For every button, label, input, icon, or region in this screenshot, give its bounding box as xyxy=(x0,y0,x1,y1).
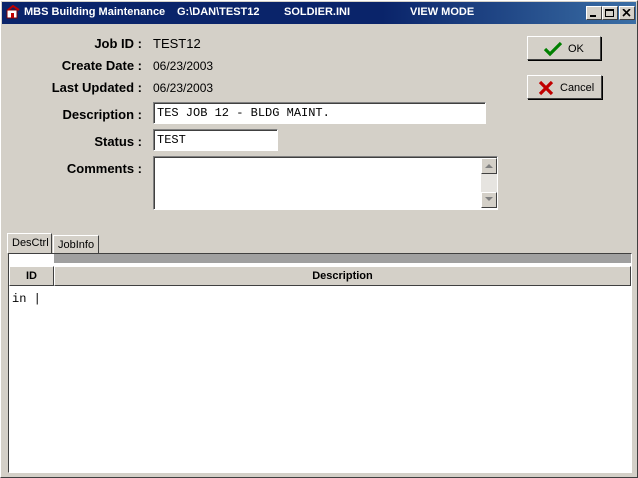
last-updated-label: Last Updated : xyxy=(51,80,142,95)
comments-label: Comments : xyxy=(66,161,142,176)
create-date-label: Create Date : xyxy=(61,58,142,73)
close-icon xyxy=(622,9,631,17)
app-icon xyxy=(6,5,20,19)
grid-row[interactable]: in | xyxy=(12,292,41,306)
status-label: Status : xyxy=(94,134,142,149)
window-title-path: G:\DAN\TEST12 xyxy=(177,6,260,18)
maximize-icon xyxy=(605,9,614,17)
window-title-ini: SOLDIER.INI xyxy=(284,6,351,18)
description-field[interactable]: TES JOB 12 - BLDG MAINT. xyxy=(153,102,486,124)
scroll-up-button[interactable] xyxy=(481,158,497,174)
maximize-button[interactable] xyxy=(602,6,618,20)
tab-desctrl[interactable]: DesCtrl xyxy=(7,233,52,253)
description-label: Description : xyxy=(62,107,142,122)
create-date-value: 06/23/2003 xyxy=(153,59,214,73)
desctrl-grid[interactable]: ID Description in | xyxy=(8,253,632,473)
checkmark-icon xyxy=(544,41,562,57)
tab-jobinfo[interactable]: JobInfo xyxy=(53,235,99,253)
window-title-app: MBS Building Maintenance xyxy=(24,6,166,18)
comments-scrollbar[interactable] xyxy=(481,158,497,208)
ok-label: OK xyxy=(568,43,584,55)
column-header-description[interactable]: Description xyxy=(54,266,631,286)
close-button[interactable] xyxy=(619,6,635,20)
grid-top-bar xyxy=(54,254,631,263)
arrow-down-icon xyxy=(485,197,493,201)
ok-button[interactable]: OK xyxy=(527,36,601,60)
job-id-label: Job ID : xyxy=(94,36,142,51)
app-window: MBS Building Maintenance G:\DAN\TEST12 S… xyxy=(0,0,638,478)
comments-textarea[interactable] xyxy=(153,156,498,210)
column-header-id[interactable]: ID xyxy=(9,266,54,286)
status-field[interactable]: TEST xyxy=(153,129,278,151)
title-bar[interactable]: MBS Building Maintenance G:\DAN\TEST12 S… xyxy=(2,2,636,24)
cancel-button[interactable]: Cancel xyxy=(527,75,602,99)
last-updated-value: 06/23/2003 xyxy=(153,81,214,95)
minimize-icon xyxy=(590,15,596,17)
cancel-label: Cancel xyxy=(560,82,595,94)
arrow-up-icon xyxy=(485,164,493,168)
job-id-value: TEST12 xyxy=(153,36,201,51)
cancel-x-icon xyxy=(538,80,554,96)
minimize-button[interactable] xyxy=(586,6,602,20)
window-title-mode: VIEW MODE xyxy=(410,6,475,18)
scroll-down-button[interactable] xyxy=(481,192,497,208)
